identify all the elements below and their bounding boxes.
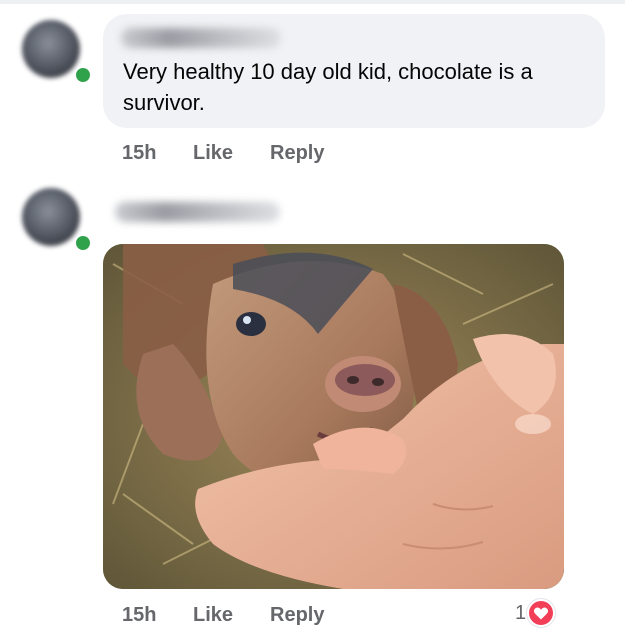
like-button[interactable]: Like: [193, 142, 233, 165]
comment-photo[interactable]: [103, 244, 564, 589]
goat-kid-photo: [103, 244, 564, 589]
avatar[interactable]: [22, 188, 80, 246]
comment-bubble: Very healthy 10 day old kid, chocolate i…: [103, 14, 605, 128]
reaction-count: 1: [515, 602, 527, 624]
comment-actions: 15h Like Reply: [0, 604, 500, 630]
comment-timestamp[interactable]: 15h: [122, 142, 156, 165]
commenter-name-redacted[interactable]: [121, 28, 281, 48]
online-status-dot: [74, 66, 92, 84]
comment-timestamp[interactable]: 15h: [122, 604, 156, 627]
avatar[interactable]: [22, 20, 80, 78]
heart-icon: [533, 607, 549, 620]
reply-button[interactable]: Reply: [270, 142, 324, 165]
commenter-name-redacted[interactable]: [115, 202, 280, 222]
comment-actions: 15h Like Reply: [0, 142, 625, 168]
love-reaction-badge: [527, 599, 555, 627]
reply-button[interactable]: Reply: [270, 604, 324, 627]
comment-text: Very healthy 10 day old kid, chocolate i…: [123, 59, 533, 115]
online-status-dot: [74, 234, 92, 252]
like-button[interactable]: Like: [193, 604, 233, 627]
top-divider: [0, 0, 625, 4]
